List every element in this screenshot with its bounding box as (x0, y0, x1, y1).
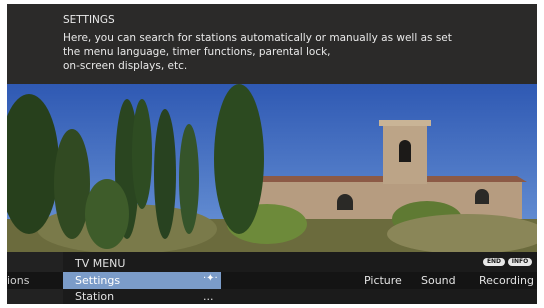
end-button-icon[interactable]: END (483, 258, 505, 266)
info-line: the menu language, timer functions, pare… (63, 46, 331, 58)
info-line: Here, you can search for stations automa… (63, 32, 452, 44)
tv-menu: TV MENU END INFO ions Settings ·✦· Pictu… (7, 252, 537, 304)
menu-tabs-row: ions Settings ·✦· Picture Sound Recordin… (7, 272, 537, 289)
tab-recording[interactable]: Recording (479, 274, 534, 287)
background-scene-image (7, 84, 537, 254)
menu-title: TV MENU (75, 257, 126, 270)
menu-item-station[interactable]: Station ... (63, 290, 221, 304)
tab-picture[interactable]: Picture (364, 274, 402, 287)
info-title: SETTINGS (63, 14, 115, 26)
menu-item-label: Station (75, 290, 115, 303)
tab-sound[interactable]: Sound (421, 274, 456, 287)
tv-screen: SETTINGS Here, you can search for statio… (7, 4, 537, 304)
tab-previous-partial[interactable]: ions (7, 274, 30, 287)
more-indicator: ... (203, 290, 214, 303)
info-button-icon[interactable]: INFO (508, 258, 532, 266)
info-panel: SETTINGS Here, you can search for statio… (7, 4, 537, 84)
menu-item-label: Settings (75, 274, 121, 287)
navigate-arrows-icon: ·✦· (203, 273, 218, 284)
info-line: on-screen displays, etc. (63, 60, 188, 72)
menu-item-settings[interactable]: Settings ·✦· (63, 272, 221, 289)
info-description: Here, you can search for stations automa… (63, 31, 523, 73)
